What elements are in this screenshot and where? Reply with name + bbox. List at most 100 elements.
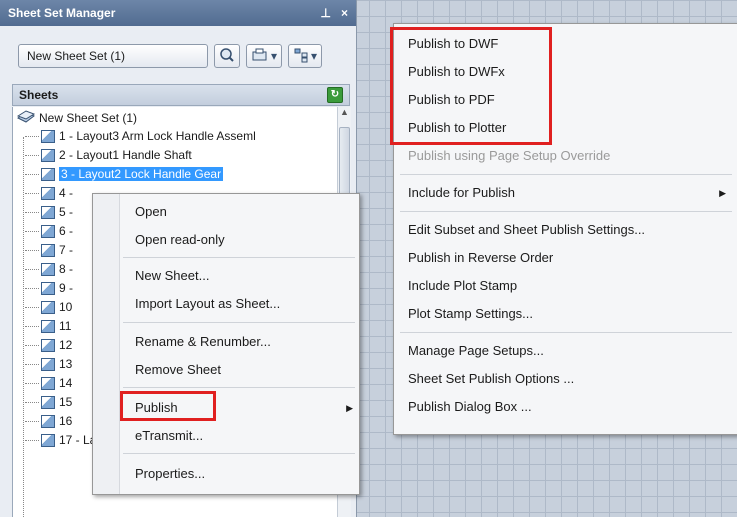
sheet-icon: [41, 433, 55, 447]
tree-item[interactable]: 5 -: [25, 203, 74, 221]
menu-item-import-layout[interactable]: Import Layout as Sheet...: [135, 296, 280, 311]
menu-item-publish-dialog-box[interactable]: Publish Dialog Box ...: [408, 399, 532, 414]
menu-item-include-plot-stamp[interactable]: Include Plot Stamp: [408, 278, 517, 293]
menu-item-rename-renumber[interactable]: Rename & Renumber...: [135, 334, 271, 349]
panel-title: Sheet Set Manager: [8, 6, 116, 20]
publish-highlight-box: [120, 391, 216, 421]
tree-item[interactable]: 2 - Layout1 Handle Shaft: [25, 146, 192, 164]
menu-separator: [123, 257, 355, 258]
tree-item-label: 14: [59, 376, 73, 390]
menu-separator: [400, 332, 732, 333]
menu-item-properties[interactable]: Properties...: [135, 466, 205, 481]
sheet-icon: [41, 395, 55, 409]
menu-item-plot-stamp-settings[interactable]: Plot Stamp Settings...: [408, 306, 533, 321]
tree-layout-icon: [293, 47, 309, 66]
tree-item[interactable]: 11: [25, 317, 72, 335]
tree-root[interactable]: New Sheet Set (1): [16, 109, 138, 127]
view-toggle-button[interactable]: [214, 44, 240, 68]
menu-separator: [123, 453, 355, 454]
tree-item[interactable]: 14: [25, 374, 73, 392]
sheet-set-combo[interactable]: New Sheet Set (1): [18, 44, 208, 68]
publish-targets-highlight-box: [390, 27, 552, 145]
tree-root-label: New Sheet Set (1): [39, 111, 138, 125]
submenu-arrow-icon: ▶: [719, 188, 726, 198]
tree-item-label: 3 - Layout2 Lock Handle Gear: [59, 167, 224, 181]
sheet-icon: [41, 338, 55, 352]
publish-dropdown-button[interactable]: ▾: [246, 44, 283, 68]
refresh-icon[interactable]: ↻: [327, 87, 343, 103]
menu-item-open-read-only[interactable]: Open read-only: [135, 232, 225, 247]
panel-titlebar[interactable]: Sheet Set Manager ⊥ ×: [0, 0, 356, 26]
sheet-icon: [41, 357, 55, 371]
tree-item-label: 7 -: [59, 243, 74, 257]
sheet-icon: [41, 300, 55, 314]
chevron-down-icon: ▾: [271, 49, 278, 63]
menu-item-sheet-set-publish-options[interactable]: Sheet Set Publish Options ...: [408, 371, 574, 386]
tree-item[interactable]: 9 -: [25, 279, 74, 297]
menu-item-include-for-publish[interactable]: Include for Publish: [408, 185, 515, 200]
tree-item[interactable]: 12: [25, 336, 73, 354]
tree-item[interactable]: 8 -: [25, 260, 74, 278]
submenu-arrow-icon: ▶: [346, 403, 353, 413]
menu-separator: [123, 322, 355, 323]
tree-item[interactable]: 10: [25, 298, 73, 316]
sheet-icon: [41, 129, 55, 143]
tree-item[interactable]: 6 -: [25, 222, 74, 240]
sheet-icon: [41, 262, 55, 276]
sheet-icon: [41, 148, 55, 162]
tree-item-label: 13: [59, 357, 73, 371]
sheets-section-header[interactable]: Sheets ↻: [12, 84, 350, 106]
sheet-set-icon: [16, 110, 36, 126]
panel-toolbar: New Sheet Set (1) ▾ ▾: [18, 42, 350, 70]
tree-item-label: 4 -: [59, 186, 74, 200]
menu-item-remove-sheet[interactable]: Remove Sheet: [135, 362, 221, 377]
menu-item-reverse-order[interactable]: Publish in Reverse Order: [408, 250, 553, 265]
sheet-icon: [41, 319, 55, 333]
publish-icon: [251, 47, 269, 66]
chevron-down-icon: ▾: [311, 49, 318, 63]
tree-item-label: 12: [59, 338, 73, 352]
sheet-icon: [41, 376, 55, 390]
sheet-context-menu: Open Open read-only New Sheet... Import …: [92, 193, 360, 495]
magnifier-icon: [219, 47, 235, 66]
scroll-up-icon[interactable]: ▲: [338, 107, 351, 121]
sheets-section-title: Sheets: [19, 88, 59, 102]
sheet-icon: [41, 186, 55, 200]
tree-item[interactable]: 7 -: [25, 241, 74, 259]
menu-separator: [400, 174, 732, 175]
tree-connector: [23, 137, 24, 517]
tree-item-label: 9 -: [59, 281, 74, 295]
tree-item-label: 15: [59, 395, 73, 409]
sheet-icon: [41, 281, 55, 295]
menu-item-new-sheet[interactable]: New Sheet...: [135, 268, 209, 283]
tree-item-label: 11: [59, 319, 72, 333]
menu-item-manage-page-setups[interactable]: Manage Page Setups...: [408, 343, 544, 358]
sheet-icon: [41, 205, 55, 219]
tree-item-label: 6 -: [59, 224, 74, 238]
sheet-icon: [41, 414, 55, 428]
sheet-icon: [41, 167, 55, 181]
tree-item[interactable]: 13: [25, 355, 73, 373]
tree-item-label: 5 -: [59, 205, 74, 219]
tree-item-label: 1 - Layout3 Arm Lock Handle Asseml: [59, 129, 256, 143]
tree-item[interactable]: 15: [25, 393, 73, 411]
tree-item-label: 16: [59, 414, 73, 428]
tree-item[interactable]: 4 -: [25, 184, 74, 202]
menu-separator: [400, 211, 732, 212]
tree-item-label: 2 - Layout1 Handle Shaft: [59, 148, 192, 162]
tree-item-selected[interactable]: 3 - Layout2 Lock Handle Gear: [25, 165, 224, 183]
menu-item-page-setup-override: Publish using Page Setup Override: [408, 148, 611, 163]
layout-dropdown-button[interactable]: ▾: [288, 44, 323, 68]
sheet-set-combo-value: New Sheet Set (1): [27, 49, 126, 63]
menu-separator: [123, 387, 355, 388]
menu-item-edit-subset-settings[interactable]: Edit Subset and Sheet Publish Settings..…: [408, 222, 645, 237]
tree-item[interactable]: 16: [25, 412, 73, 430]
menu-item-etransmit[interactable]: eTransmit...: [135, 428, 203, 443]
tree-item-label: 10: [59, 300, 73, 314]
sheet-icon: [41, 243, 55, 257]
menu-item-open[interactable]: Open: [135, 204, 167, 219]
pin-icon[interactable]: ⊥: [321, 6, 331, 20]
tree-item[interactable]: 1 - Layout3 Arm Lock Handle Asseml: [25, 127, 256, 145]
tree-item-label: 8 -: [59, 262, 74, 276]
close-icon[interactable]: ×: [341, 6, 348, 20]
